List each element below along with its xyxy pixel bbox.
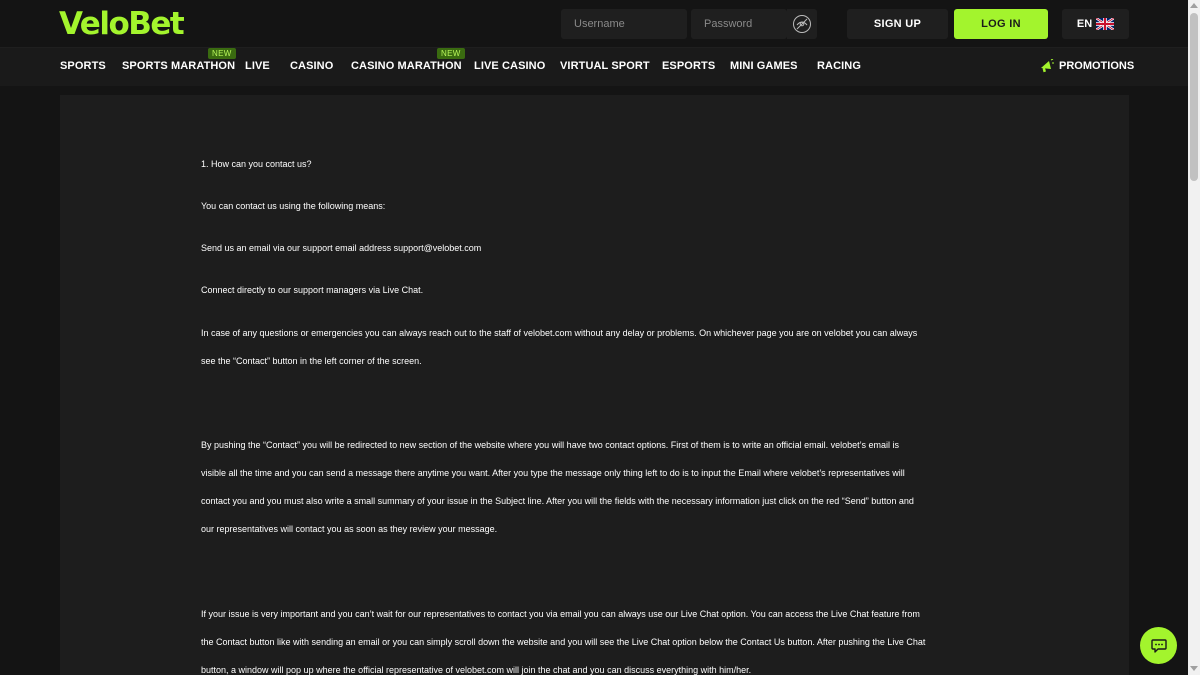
main-nav: SPORTS NEW SPORTS MARATHON LIVE CASINO NE… [0,48,1188,86]
uk-flag-icon [1096,18,1115,30]
paragraph: In case of any questions or emergencies … [201,328,918,338]
paragraph: see the “Contact” button in the left cor… [201,356,422,366]
new-badge: NEW [437,48,465,59]
top-bar: VeloBet SIGN UP LOG IN EN [0,0,1188,48]
username-input[interactable] [561,9,687,39]
language-code: EN [1076,18,1093,30]
signup-button[interactable]: SIGN UP [847,9,948,39]
nav-label: SPORTS MARATHON [122,60,236,72]
promotions-label: PROMOTIONS [1059,60,1135,72]
paragraph: You can contact us using the following m… [201,201,386,211]
nav-sports-marathon[interactable]: NEW SPORTS MARATHON [122,48,236,72]
nav-virtual-sport[interactable]: VIRTUAL SPORT [560,60,650,72]
language-selector[interactable]: EN [1062,9,1129,39]
chat-icon [1150,638,1167,653]
nav-sports[interactable]: SPORTS [60,60,106,72]
nav-label: CASINO [290,60,334,72]
new-badge: NEW [208,48,236,59]
paragraph: button, a window will pop up where the o… [201,665,752,675]
nav-live[interactable]: LIVE [245,60,270,72]
nav-mini-games[interactable]: MINI GAMES [730,60,798,72]
paragraph: 1. How can you contact us? [201,159,312,169]
toggle-password-button[interactable] [787,9,817,39]
password-input[interactable] [691,9,787,39]
nav-label: RACING [817,60,861,72]
promotions-link[interactable]: PROMOTIONS [1040,59,1134,73]
nav-label: LIVE [245,60,270,72]
nav-label: VIRTUAL SPORT [560,60,650,72]
nav-label: MINI GAMES [730,60,798,72]
scroll-down-arrow-icon[interactable] [1190,666,1198,671]
scrollbar-thumb[interactable] [1190,13,1198,181]
megaphone-icon [1041,59,1054,73]
logo[interactable]: VeloBet [59,4,185,44]
paragraph: our representatives will contact you as … [201,524,498,534]
nav-label: CASINO MARATHON [351,60,462,72]
nav-label: ESPORTS [662,60,716,72]
nav-label: SPORTS [60,60,106,72]
nav-casino[interactable]: CASINO [290,60,333,72]
scroll-up-arrow-icon[interactable] [1190,3,1198,8]
live-chat-button[interactable] [1140,627,1177,664]
nav-racing[interactable]: RACING [817,60,861,72]
content-panel: 1. How can you contact us? You can conta… [60,95,1129,675]
eye-slash-icon [793,15,811,33]
paragraph: the Contact button like with sending an … [201,637,926,647]
nav-esports[interactable]: ESPORTS [662,60,715,72]
paragraph: By pushing the “Contact” you will be red… [201,440,900,450]
nav-label: LIVE CASINO [474,60,546,72]
paragraph: contact you and you must also write a sm… [201,496,914,506]
nav-live-casino[interactable]: LIVE CASINO [474,60,545,72]
paragraph: Connect directly to our support managers… [201,285,424,295]
paragraph: visible all the time and you can send a … [201,468,905,478]
nav-casino-marathon[interactable]: NEW CASINO MARATHON [351,48,465,72]
login-button[interactable]: LOG IN [954,9,1048,39]
paragraph: Send us an email via our support email a… [201,243,482,253]
paragraph: If your issue is very important and you … [201,609,920,619]
